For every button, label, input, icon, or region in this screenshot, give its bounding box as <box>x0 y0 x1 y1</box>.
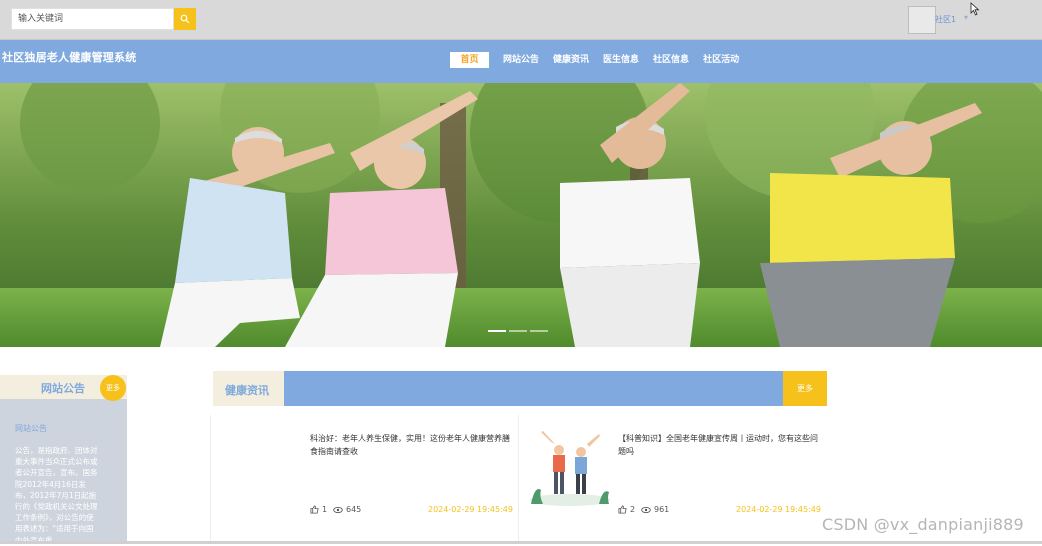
health-news-title: 健康资讯 <box>225 384 269 397</box>
article-title[interactable]: 科治好：老年人养生保健，实用！这份老年人健康营养膳食指南请查收 <box>310 433 515 458</box>
health-news-more-button[interactable]: 更多 <box>783 371 827 406</box>
article-date: 2024-02-29 19:45:49 <box>736 505 821 514</box>
article-views-count: 961 <box>654 505 670 514</box>
article-views: 961 <box>641 505 669 514</box>
announcement-title: 网站公告 <box>41 382 85 395</box>
article-views: 645 <box>333 505 361 514</box>
avatar[interactable] <box>908 6 936 34</box>
main-nav: 首页 网站公告 健康资讯 医生信息 社区信息 社区活动 <box>450 52 753 68</box>
announcement-more-button[interactable]: 更多 <box>100 375 126 401</box>
nav-bar: 社区独居老人健康管理系统 首页 网站公告 健康资讯 医生信息 社区信息 社区活动 <box>0 40 1042 83</box>
announcement-panel: 网站公告 更多 网站公告 公告，是指政府、团体对重大事件当众正式公布或者公开宣告… <box>0 375 127 545</box>
article-views-count: 645 <box>346 505 362 514</box>
article-title[interactable]: 【科普知识】全国老年健康宣传周丨运动时，您有这些问题吗 <box>618 433 823 458</box>
chevron-down-icon[interactable]: ▾ <box>964 13 968 22</box>
search-input[interactable] <box>11 8 174 30</box>
nav-item-health-news[interactable]: 健康资讯 <box>553 52 589 68</box>
article-likes-count: 1 <box>322 505 328 514</box>
banner-image <box>0 83 1042 347</box>
article-date: 2024-02-29 19:45:49 <box>428 505 513 514</box>
user-name[interactable]: 社区1 <box>935 14 956 25</box>
carousel-dot[interactable] <box>488 330 506 332</box>
article-likes[interactable]: 1 <box>310 505 327 514</box>
eye-icon <box>641 506 651 513</box>
nav-item-community-events[interactable]: 社区活动 <box>703 52 739 68</box>
banner-carousel[interactable] <box>0 83 1042 347</box>
mouse-cursor-icon <box>970 2 980 16</box>
announcement-item-title[interactable]: 网站公告 <box>15 423 47 434</box>
search-bar <box>11 8 196 30</box>
nav-item-community-info[interactable]: 社区信息 <box>653 52 689 68</box>
article-likes[interactable]: 2 <box>618 505 635 514</box>
site-title: 社区独居老人健康管理系统 <box>2 51 137 64</box>
thumbs-up-icon <box>310 505 319 514</box>
health-news-tab: 健康资讯 <box>213 371 284 406</box>
health-news-header: 健康资讯 更多 <box>213 371 827 406</box>
carousel-indicators <box>488 330 548 332</box>
article-card[interactable]: 科治好：老年人养生保健，实用！这份老年人健康营养膳食指南请查收 1 645 20… <box>210 415 518 544</box>
announcement-item-body: 公告，是指政府、团体对重大事件当众正式公布或者公开宣告，宣布。国务院2012年4… <box>15 446 98 545</box>
nav-item-doctors[interactable]: 医生信息 <box>603 52 639 68</box>
article-card[interactable]: 【科普知识】全国老年健康宣传周丨运动时，您有这些问题吗 2 961 2024-0… <box>518 415 826 544</box>
top-bar: 社区1 ▾ <box>0 0 1042 40</box>
search-button[interactable] <box>174 8 196 30</box>
nav-item-home[interactable]: 首页 <box>450 52 489 68</box>
eye-icon <box>333 506 343 513</box>
watermark-text: CSDN @vx_danpianji889 <box>822 515 1024 534</box>
carousel-dot[interactable] <box>509 330 527 332</box>
article-thumbnail[interactable] <box>529 430 611 508</box>
search-icon <box>180 14 190 24</box>
nav-item-announcements[interactable]: 网站公告 <box>503 52 539 68</box>
thumbs-up-icon <box>618 505 627 514</box>
article-likes-count: 2 <box>630 505 636 514</box>
carousel-dot[interactable] <box>530 330 548 332</box>
